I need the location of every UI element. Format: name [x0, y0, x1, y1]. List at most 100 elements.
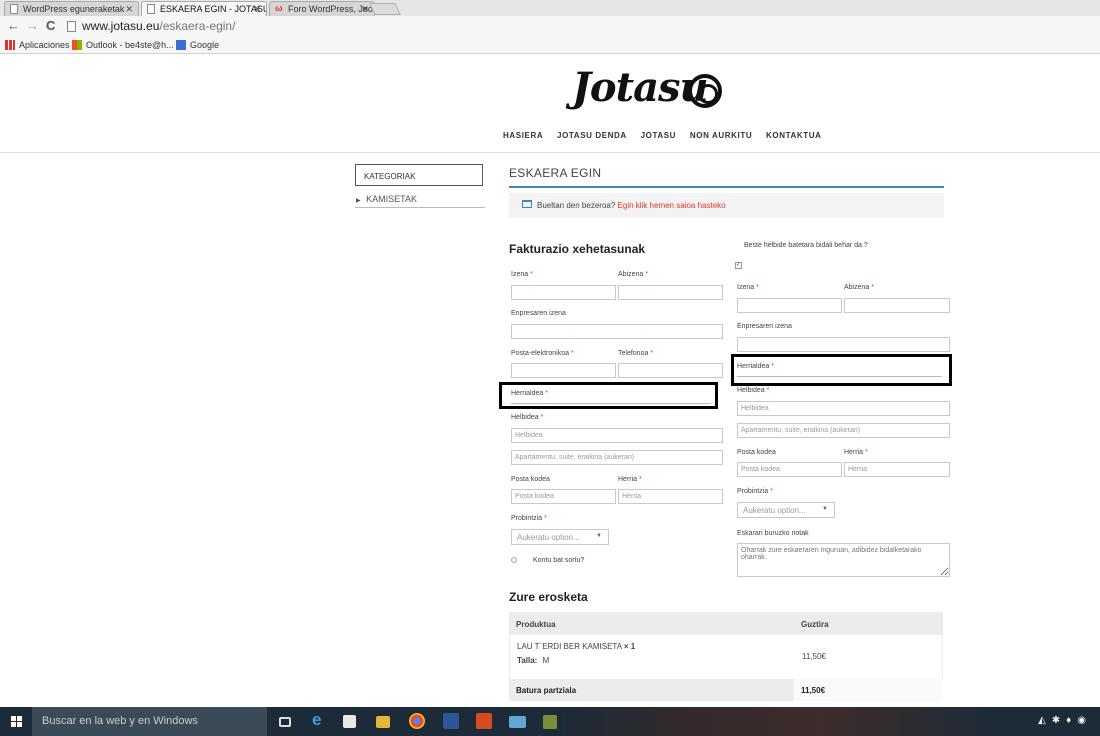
sidebar-divider: [355, 207, 485, 208]
close-icon[interactable]: ✕: [361, 4, 369, 15]
dropdown-arrow-icon: ▼: [596, 533, 602, 539]
subtotal-row: Batura partziala 11,50€: [509, 679, 943, 701]
address-bar[interactable]: www.jotasu.eu/eskaera-egin/: [64, 18, 1094, 35]
taskbar-search-input[interactable]: Buscar en la web y en Windows: [32, 707, 267, 736]
task-view-icon[interactable]: [279, 717, 291, 727]
nav-item-hasiera[interactable]: HASIERA: [503, 131, 543, 140]
shipping-last-name-label: Abizena *: [844, 284, 874, 291]
shipping-address-label: Helbidea *: [737, 387, 770, 394]
shipping-country-select[interactable]: [737, 376, 942, 377]
system-tray[interactable]: ◭✱♦◉: [1038, 715, 1092, 726]
category-item-kamisetak[interactable]: ▶ KAMISETAK: [356, 194, 417, 204]
close-icon[interactable]: ✕: [253, 4, 261, 15]
browser-tab-active[interactable]: ESKAERA EGIN - JOTASU ✕: [141, 1, 267, 16]
shipping-last-name-input[interactable]: [844, 298, 950, 313]
order-table: Produktua Guztira LAU T`ERDI BER KAMISET…: [509, 612, 943, 701]
billing-address2-input[interactable]: Apartamentu, suite, eraikina (aukeran): [511, 450, 723, 465]
billing-address1-input[interactable]: Helbidea: [511, 428, 723, 443]
order-notes-textarea[interactable]: [737, 543, 950, 577]
nav-item-non-aurkitu[interactable]: NON AURKITU: [690, 131, 752, 140]
billing-first-name-input[interactable]: [511, 285, 616, 300]
billing-city-label: Herria *: [618, 476, 642, 483]
billing-company-input[interactable]: [511, 324, 723, 339]
word-icon[interactable]: [443, 713, 459, 729]
windows-taskbar: Buscar en la web y en Windows e ◭✱♦◉: [0, 707, 1100, 736]
create-account-label: Kontu bat sortu?: [533, 557, 585, 564]
shipping-city-input[interactable]: Herria: [844, 462, 950, 477]
shipping-city-label: Herria *: [844, 449, 868, 456]
close-icon[interactable]: ✕: [125, 4, 133, 15]
reload-icon[interactable]: C: [46, 18, 55, 33]
edge-browser-icon[interactable]: e: [312, 710, 328, 729]
url-path: /eskaera-egin/: [159, 19, 236, 33]
page-icon: [10, 4, 18, 14]
billing-email-input[interactable]: [511, 363, 616, 378]
billing-country-select[interactable]: [511, 403, 711, 404]
bookmark-google[interactable]: Google: [176, 40, 219, 50]
power-icon[interactable]: ♦: [1066, 715, 1077, 726]
media-player-icon[interactable]: [476, 713, 492, 729]
ship-different-checkbox[interactable]: ✓: [735, 262, 742, 269]
billing-state-select[interactable]: Aukeratu option... ▼: [511, 529, 609, 545]
shipping-company-input[interactable]: [737, 337, 950, 352]
title-underline: [509, 186, 944, 188]
forum-favicon-icon: ω: [275, 3, 283, 13]
notice-text: Bueltan den bezeroa?: [537, 201, 616, 210]
billing-company-label: Enpresaren izena: [511, 310, 566, 317]
create-account-checkbox[interactable]: [511, 557, 517, 563]
order-notes-label: Eskarari buruzko notak: [737, 530, 809, 537]
dropdown-arrow-icon: ▼: [822, 506, 828, 512]
tab-title: WordPress eguneraketak: [23, 4, 125, 14]
file-explorer-icon[interactable]: [376, 716, 390, 728]
billing-city-input[interactable]: Herria: [618, 489, 723, 504]
shipping-address2-input[interactable]: Apartamentu, suite, eraikina (aukeran): [737, 423, 950, 438]
windows-start-icon[interactable]: [11, 716, 23, 728]
network-icon[interactable]: ◭: [1038, 715, 1052, 726]
shipping-postcode-label: Posta kodea: [737, 449, 776, 456]
shipping-postcode-input[interactable]: Posta kodea: [737, 462, 842, 477]
login-link[interactable]: Egin klik hemen saioa hasteko: [618, 201, 726, 210]
nav-item-kontaktua[interactable]: KONTAKTUA: [766, 131, 821, 140]
shipping-state-select[interactable]: Aukeratu option... ▼: [737, 502, 835, 518]
billing-phone-input[interactable]: [618, 363, 723, 378]
bookmark-apps[interactable]: Aplicaciones: [5, 40, 70, 50]
bookmarks-bar: Aplicaciones Outlook - be4ste@h... Googl…: [0, 37, 1100, 54]
billing-postcode-label: Posta kodea: [511, 476, 550, 483]
app-icon[interactable]: [543, 715, 557, 729]
store-icon[interactable]: [343, 715, 356, 728]
url-host: www.jotasu.eu: [82, 19, 160, 33]
logo-emblem-icon: [688, 74, 722, 108]
back-arrow-icon[interactable]: ←: [7, 18, 20, 33]
browser-tab[interactable]: WordPress eguneraketak ✕: [4, 1, 139, 16]
ship-different-question: Beste helbide batetara bidali behar da ?: [744, 242, 868, 249]
column-header-total: Guztira: [801, 620, 829, 629]
photos-icon[interactable]: [509, 716, 526, 728]
subtotal-label: Batura partziala: [516, 686, 577, 695]
nav-item-jotasu[interactable]: JOTASU: [641, 131, 676, 140]
shipping-first-name-input[interactable]: [737, 298, 842, 313]
page-icon: [147, 4, 155, 14]
shipping-address1-input[interactable]: Helbidea: [737, 401, 950, 416]
tab-title: ESKAERA EGIN - JOTASU: [160, 4, 267, 14]
chrome-browser-icon[interactable]: [409, 713, 425, 729]
browser-toolbar: ← → C www.jotasu.eu/eskaera-egin/: [0, 16, 1100, 37]
table-row: LAU T`ERDI BER KAMISETA × 1 Talla: M 11,…: [509, 635, 943, 679]
billing-heading: Fakturazio xehetasunak: [509, 242, 646, 256]
billing-last-name-input[interactable]: [618, 285, 723, 300]
site-logo[interactable]: Jotasu: [560, 62, 740, 120]
billing-country-label: Herrialdea *: [511, 390, 548, 397]
bookmark-outlook[interactable]: Outlook - be4ste@h...: [72, 40, 174, 50]
billing-email-label: Posta-elektronikoa *: [511, 350, 574, 357]
search-tray-icon[interactable]: ◉: [1077, 715, 1092, 726]
billing-last-name-label: Abizena *: [618, 271, 648, 278]
forward-arrow-icon[interactable]: →: [26, 18, 39, 33]
browser-tab[interactable]: ω Foro WordPress, Joomla y ✕: [269, 1, 375, 16]
billing-first-name-label: Izena *: [511, 271, 533, 278]
bluetooth-icon[interactable]: ✱: [1052, 715, 1066, 726]
nav-item-jotasu-denda[interactable]: JOTASU DENDA: [557, 131, 627, 140]
product-cell: LAU T`ERDI BER KAMISETA × 1 Talla: M: [517, 642, 635, 665]
variation-value: M: [542, 656, 550, 665]
page-icon: [67, 21, 76, 32]
billing-postcode-input[interactable]: Posta kodea: [511, 489, 616, 504]
new-tab-button[interactable]: [369, 3, 401, 15]
